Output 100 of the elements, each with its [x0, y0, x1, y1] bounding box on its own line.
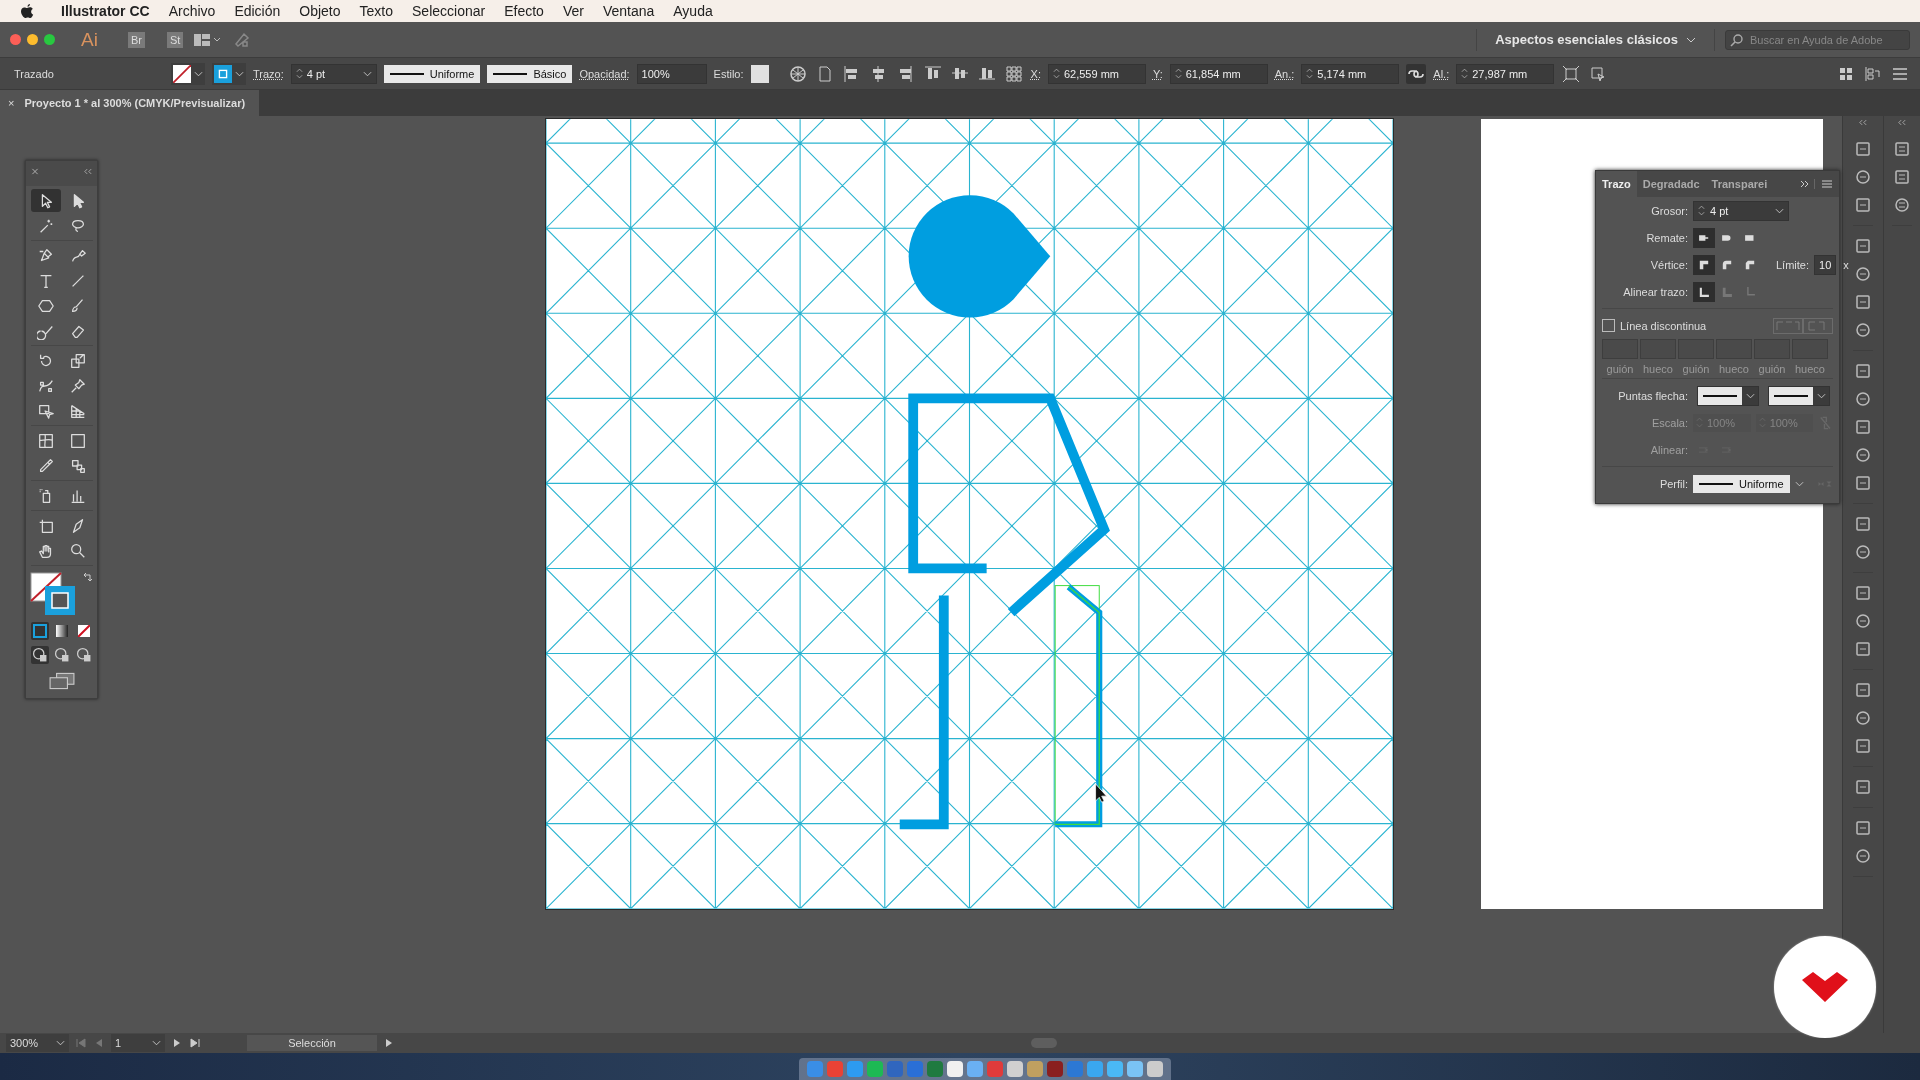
link-icon[interactable] — [1406, 63, 1427, 84]
zoom-field[interactable]: 300% — [6, 1034, 69, 1052]
panel-icon[interactable] — [1853, 320, 1873, 340]
panel-icon[interactable] — [1853, 473, 1873, 493]
menu-item[interactable]: Edición — [234, 3, 281, 19]
app-name[interactable]: Illustrator CC — [61, 3, 150, 19]
chevron-down-icon[interactable] — [56, 1040, 65, 1046]
transform-field[interactable]: 27,987 mm — [1456, 63, 1555, 84]
menu-item[interactable]: Objeto — [299, 3, 341, 19]
collapse-icon[interactable] — [1859, 119, 1867, 126]
panel-icon[interactable] — [1853, 417, 1873, 437]
stepper-icon[interactable] — [1461, 68, 1469, 79]
panel-icon[interactable] — [1892, 139, 1912, 159]
chevron-down-icon[interactable] — [1746, 392, 1755, 399]
color-mode-button[interactable] — [30, 622, 49, 640]
panel-icon[interactable] — [1853, 195, 1873, 215]
transform-field[interactable]: 62,559 mm — [1047, 63, 1146, 84]
panel-icon[interactable] — [1853, 708, 1873, 728]
draw-mode-icon[interactable] — [52, 646, 71, 664]
panel-icon[interactable] — [1853, 777, 1873, 797]
chevron-down-icon[interactable] — [1817, 392, 1826, 399]
style-swatch[interactable] — [750, 64, 769, 83]
panel-icon[interactable] — [1853, 264, 1873, 284]
variable-width-dropdown[interactable]: Uniforme — [383, 64, 481, 83]
help-search-field[interactable]: Buscar en Ayuda de Adobe — [1725, 29, 1910, 50]
option-button[interactable] — [1693, 227, 1715, 248]
menu-item[interactable]: Efecto — [504, 3, 544, 19]
brush-dropdown[interactable]: Básico — [487, 64, 573, 83]
stroke-swatch[interactable] — [212, 62, 246, 85]
stepper-icon[interactable] — [1306, 68, 1314, 79]
draw-mode-icon[interactable] — [74, 646, 93, 664]
opacity-label[interactable]: Opacidad: — [579, 67, 630, 80]
minimize-window-icon[interactable] — [27, 34, 38, 45]
panel-icon[interactable] — [1853, 639, 1873, 659]
tool-button[interactable] — [30, 189, 61, 212]
apple-logo-icon[interactable] — [20, 3, 34, 19]
close-tab-button[interactable]: × — [8, 97, 15, 109]
stroke-label[interactable]: Trazo: — [253, 67, 284, 80]
option-button[interactable] — [1693, 254, 1715, 275]
maximize-window-icon[interactable] — [44, 34, 55, 45]
selected-leg-path[interactable] — [1054, 584, 1103, 828]
transform-field[interactable]: 61,854 mm — [1169, 63, 1268, 84]
panel-tab[interactable]: Transparei — [1705, 171, 1774, 197]
menu-item[interactable]: Ventana — [602, 3, 655, 19]
stepper-icon[interactable] — [1052, 68, 1060, 79]
menu-item[interactable]: Ayuda — [673, 3, 713, 19]
transform-icon[interactable] — [1561, 63, 1582, 84]
dock-app-icon[interactable] — [1007, 1061, 1023, 1077]
profile-dropdown[interactable]: Uniforme — [1693, 474, 1790, 493]
panel-icon[interactable] — [1853, 514, 1873, 534]
panel-tab[interactable]: Degradadc — [1636, 171, 1706, 197]
draw-mode-icon[interactable] — [30, 646, 49, 664]
menu-item[interactable]: Ver — [562, 3, 584, 19]
fill-swatch[interactable] — [171, 62, 205, 85]
option-button[interactable] — [1693, 281, 1715, 302]
chevron-down-icon[interactable] — [1794, 480, 1804, 487]
stepper-icon[interactable] — [295, 68, 303, 79]
chevron-down-icon[interactable] — [152, 1040, 161, 1046]
panel-icon[interactable] — [1853, 361, 1873, 381]
panel-icon[interactable] — [1853, 680, 1873, 700]
menu-item[interactable]: Archivo — [168, 3, 216, 19]
collapse-icon[interactable] — [84, 168, 92, 175]
first-page-icon[interactable] — [75, 1037, 87, 1049]
arrowhead-dropdown[interactable] — [1768, 385, 1830, 406]
dock-app-icon[interactable] — [1147, 1061, 1163, 1077]
document-tab[interactable]: × Proyecto 1 * al 300% (CMYK/Previsualizar) — [0, 90, 260, 116]
close-window-icon[interactable] — [10, 34, 21, 45]
transform-field[interactable]: 5,174 mm — [1301, 63, 1400, 84]
close-icon[interactable] — [31, 168, 39, 175]
panel-icon[interactable] — [1892, 195, 1912, 215]
panel-icon[interactable] — [1853, 736, 1873, 756]
panel-icon[interactable] — [1853, 846, 1873, 866]
screen-mode-icon[interactable] — [48, 672, 75, 690]
workspace-dropdown[interactable]: Aspectos esenciales clásicos — [1487, 32, 1704, 47]
stroke-weight-field[interactable]: 4 pt — [290, 63, 377, 84]
panel-icon[interactable] — [1853, 445, 1873, 465]
dock-app-icon[interactable] — [947, 1061, 963, 1077]
panel-icon[interactable] — [1853, 542, 1873, 562]
chevron-down-icon[interactable] — [1686, 36, 1696, 43]
menu-item[interactable]: Texto — [359, 3, 393, 19]
limit-field[interactable]: 10 — [1814, 254, 1837, 275]
panel-icon[interactable] — [1853, 167, 1873, 187]
weight-field[interactable]: 4 pt — [1693, 200, 1789, 221]
arrowhead-dropdown[interactable] — [1697, 385, 1759, 406]
panel-tab[interactable]: Trazo — [1596, 171, 1637, 197]
collapse-icon[interactable] — [1898, 119, 1906, 126]
globe-icon[interactable] — [787, 63, 808, 84]
stepper-icon[interactable] — [1698, 205, 1705, 216]
opacity-field[interactable]: 100% — [636, 63, 707, 84]
panel-icon[interactable] — [1853, 611, 1873, 631]
panel-icon[interactable] — [1853, 389, 1873, 409]
panel-icon[interactable] — [1853, 292, 1873, 312]
panel-icon[interactable] — [1853, 236, 1873, 256]
chevron-down-icon[interactable] — [235, 70, 244, 77]
chevron-down-icon[interactable] — [362, 70, 372, 77]
artboard-number-field[interactable]: 1 — [111, 1034, 165, 1052]
panel-icon[interactable] — [1853, 139, 1873, 159]
panel-icon[interactable] — [1853, 818, 1873, 838]
last-page-icon[interactable] — [189, 1037, 201, 1049]
menu-item[interactable]: Seleccionar — [412, 3, 486, 19]
